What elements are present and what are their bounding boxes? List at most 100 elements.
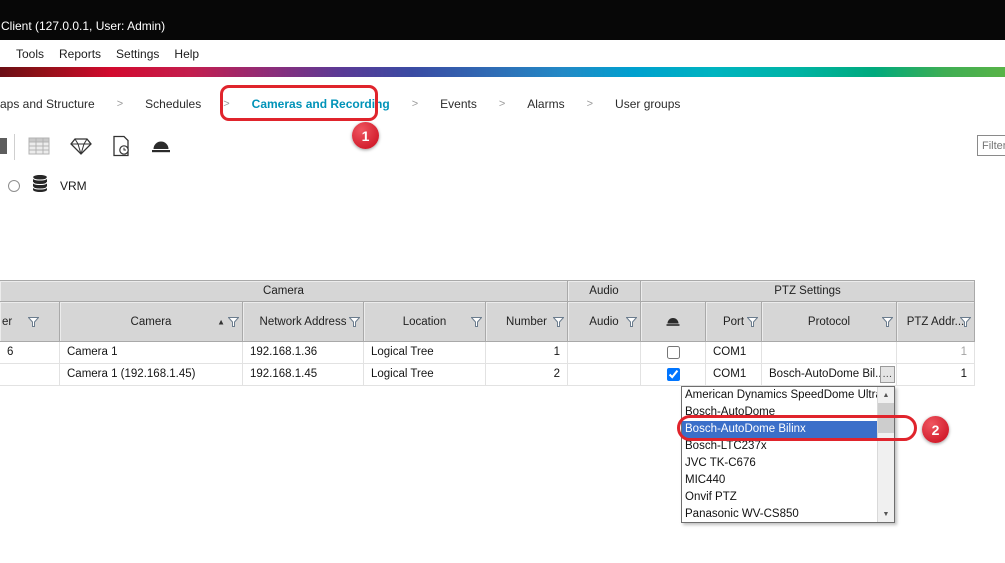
column-header-ptz-dome[interactable]: [641, 302, 706, 342]
dropdown-option-american-dynamics[interactable]: American Dynamics SpeedDome Ultra: [682, 387, 877, 404]
group-header-camera: Camera: [0, 281, 568, 302]
config-page-tabs: aps and Structure > Schedules > Cameras …: [0, 90, 702, 118]
filter-funnel-icon[interactable]: [28, 317, 39, 327]
cell-port[interactable]: COM1: [706, 342, 762, 364]
dome-camera-icon: [665, 314, 681, 330]
protocol-dropdown-list: American Dynamics SpeedDome Ultra Bosch-…: [682, 387, 877, 522]
filter-funnel-icon[interactable]: [471, 317, 482, 327]
cell-ptz-checkbox: [641, 342, 706, 364]
column-header-camera[interactable]: Camera ▲: [60, 302, 243, 342]
cell-ptz-address[interactable]: 1: [897, 342, 975, 364]
group-header-ptz-settings: PTZ Settings: [641, 281, 975, 302]
ptz-enabled-checkbox[interactable]: [667, 368, 680, 381]
cell-audio[interactable]: [568, 364, 641, 386]
filter-funnel-icon[interactable]: [349, 317, 360, 327]
page-clock-icon: [111, 135, 131, 160]
cell-location[interactable]: Logical Tree: [364, 342, 486, 364]
bvms-configuration-client-window: Client (127.0.0.1, User: Admin) Tools Re…: [0, 0, 1005, 563]
dropdown-option-bosch-ltc237x[interactable]: Bosch-LTC237x: [682, 438, 877, 455]
tab-events[interactable]: Events: [418, 97, 499, 111]
tab-user-groups[interactable]: User groups: [593, 97, 702, 111]
filter-funnel-icon[interactable]: [553, 317, 564, 327]
menu-item-reports[interactable]: Reports: [59, 47, 101, 61]
column-header-network-address[interactable]: Network Address: [243, 302, 364, 342]
column-header-number[interactable]: Number: [486, 302, 568, 342]
tab-cameras-and-recording[interactable]: Cameras and Recording: [230, 97, 412, 111]
cell-number[interactable]: 2: [486, 364, 568, 386]
toolbar-button-recording-table[interactable]: [26, 134, 52, 160]
scroll-down-icon[interactable]: ▼: [878, 506, 894, 522]
dropdown-scrollbar[interactable]: ▲ ▼: [877, 387, 894, 522]
table-column-header-row: er Camera ▲ Network Address Location Num…: [0, 302, 975, 342]
vrm-label: VRM: [60, 179, 87, 193]
table-grid-icon: [28, 136, 50, 159]
vrm-option-row: VRM: [8, 176, 87, 196]
column-header-audio[interactable]: Audio: [568, 302, 641, 342]
toolbar-button-scheduled-recording[interactable]: [108, 134, 134, 160]
cell-encoder[interactable]: [0, 364, 60, 386]
filter-funnel-icon[interactable]: [747, 317, 758, 327]
column-header-port[interactable]: Port: [706, 302, 762, 342]
cell-audio[interactable]: [568, 342, 641, 364]
protocol-dropdown: American Dynamics SpeedDome Ultra Bosch-…: [681, 386, 895, 523]
annotation-step-1-badge: 1: [352, 122, 379, 149]
toolbar-separator: [14, 134, 15, 160]
ptz-enabled-checkbox[interactable]: [667, 346, 680, 359]
menu-item-tools[interactable]: Tools: [16, 47, 44, 61]
filter-funnel-icon[interactable]: [626, 317, 637, 327]
cell-number[interactable]: 1: [486, 342, 568, 364]
cell-encoder[interactable]: 6: [0, 342, 60, 364]
tab-schedules[interactable]: Schedules: [123, 97, 223, 111]
sort-ascending-icon: ▲: [217, 317, 225, 326]
toolbar-button-quality[interactable]: [68, 134, 94, 160]
clipped-toolbar-icon: [0, 138, 7, 154]
dropdown-option-bosch-autodome-bilinx[interactable]: Bosch-AutoDome Bilinx: [682, 421, 877, 438]
filter-funnel-icon[interactable]: [882, 317, 893, 327]
table-group-header-row: Camera Audio PTZ Settings: [0, 281, 975, 302]
filter-funnel-icon[interactable]: [960, 317, 971, 327]
annotation-step-2-badge: 2: [922, 416, 949, 443]
menu-bar: Tools Reports Settings Help: [0, 40, 1005, 67]
filter-funnel-icon[interactable]: [228, 317, 239, 327]
table-row-camera-1: 6 Camera 1 192.168.1.36 Logical Tree 1 C…: [0, 342, 975, 364]
column-header-protocol[interactable]: Protocol: [762, 302, 897, 342]
vrm-radio-button[interactable]: [8, 180, 20, 192]
menu-item-help[interactable]: Help: [174, 47, 199, 61]
column-header-location[interactable]: Location: [364, 302, 486, 342]
diamond-gem-icon: [70, 136, 92, 159]
scroll-up-icon[interactable]: ▲: [878, 387, 894, 403]
cell-camera[interactable]: Camera 1: [60, 342, 243, 364]
tab-alarms[interactable]: Alarms: [505, 97, 586, 111]
dropdown-option-bosch-autodome[interactable]: Bosch-AutoDome: [682, 404, 877, 421]
dropdown-option-jvc-tk-c676[interactable]: JVC TK-C676: [682, 455, 877, 472]
cell-network-address[interactable]: 192.168.1.45: [243, 364, 364, 386]
protocol-value: Bosch-AutoDome Bil...: [769, 364, 880, 385]
database-icon: [31, 174, 49, 198]
dropdown-option-onvif-ptz[interactable]: Onvif PTZ: [682, 489, 877, 506]
camera-table: Camera Audio PTZ Settings er Camera ▲ Ne…: [0, 280, 975, 386]
cell-camera[interactable]: Camera 1 (192.168.1.45): [60, 364, 243, 386]
dropdown-option-panasonic-wv-cs850[interactable]: Panasonic WV-CS850: [682, 506, 877, 522]
dome-camera-icon: [150, 137, 172, 157]
tab-maps-and-structure[interactable]: aps and Structure: [0, 97, 117, 111]
cell-ptz-checkbox: [641, 364, 706, 386]
dropdown-option-mic440[interactable]: MIC440: [682, 472, 877, 489]
cell-port[interactable]: COM1: [706, 364, 762, 386]
protocol-more-button[interactable]: …: [880, 366, 895, 383]
scrollbar-thumb[interactable]: [878, 403, 894, 433]
bosch-brand-strip: [0, 67, 1005, 77]
column-header-ptz-address[interactable]: PTZ Addr...: [897, 302, 975, 342]
cell-protocol[interactable]: Bosch-AutoDome Bil... …: [762, 364, 897, 386]
column-header-encoder[interactable]: er: [0, 302, 60, 342]
window-titlebar: Client (127.0.0.1, User: Admin): [0, 0, 1005, 40]
menu-item-settings[interactable]: Settings: [116, 47, 159, 61]
cell-location[interactable]: Logical Tree: [364, 364, 486, 386]
group-header-audio: Audio: [568, 281, 641, 302]
window-title: Client (127.0.0.1, User: Admin): [1, 19, 165, 33]
toolbar-button-ptz[interactable]: [148, 134, 174, 160]
cell-ptz-address[interactable]: 1: [897, 364, 975, 386]
cell-protocol[interactable]: [762, 342, 897, 364]
filter-input[interactable]: [977, 135, 1005, 156]
table-row-camera-2: Camera 1 (192.168.1.45) 192.168.1.45 Log…: [0, 364, 975, 386]
cell-network-address[interactable]: 192.168.1.36: [243, 342, 364, 364]
